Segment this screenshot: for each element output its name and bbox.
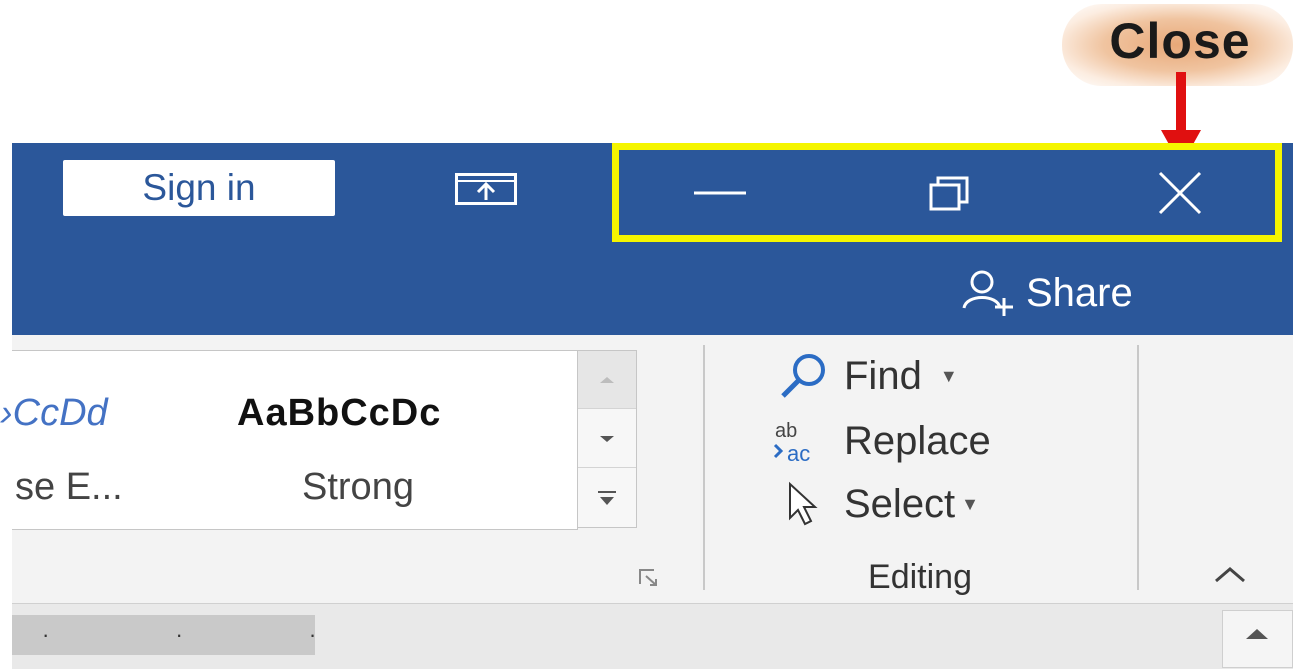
find-button[interactable]: Find ▼ bbox=[762, 345, 958, 407]
replace-icon: ab ac bbox=[762, 416, 844, 466]
scroll-up-button[interactable] bbox=[1226, 614, 1288, 654]
svg-text:ac: ac bbox=[787, 441, 810, 465]
style-name-strong: Strong bbox=[302, 466, 414, 508]
style-preview-strong[interactable]: AaBbCcDc bbox=[237, 392, 441, 435]
styles-dialog-launcher-icon[interactable] bbox=[638, 568, 660, 588]
window-controls-highlight bbox=[612, 143, 1282, 242]
select-button[interactable]: Select ▼ bbox=[762, 473, 979, 535]
gallery-scroll-down-button[interactable] bbox=[578, 410, 636, 468]
chevron-down-icon: ▼ bbox=[939, 365, 958, 386]
chevron-up-icon bbox=[600, 376, 614, 383]
gallery-scroll-up-button[interactable] bbox=[578, 351, 636, 409]
replace-button[interactable]: ab ac Replace bbox=[762, 410, 991, 472]
gallery-more-button[interactable] bbox=[578, 469, 636, 527]
group-separator bbox=[1137, 345, 1139, 590]
callout-arrow-shaft bbox=[1176, 72, 1186, 134]
close-callout-label: Close bbox=[1109, 13, 1251, 69]
search-icon bbox=[762, 351, 844, 401]
collapse-ribbon-icon[interactable] bbox=[1212, 563, 1248, 587]
chevron-up-icon bbox=[1246, 629, 1268, 639]
styles-gallery-scroller bbox=[577, 350, 637, 528]
sign-in-button[interactable]: Sign in bbox=[63, 160, 335, 216]
replace-label: Replace bbox=[844, 418, 991, 463]
ribbon-display-options-icon[interactable] bbox=[455, 172, 517, 206]
share-label: Share bbox=[1026, 270, 1133, 315]
chevron-down-icon bbox=[600, 435, 614, 442]
svg-text:ab: ab bbox=[775, 420, 797, 442]
style-preview-subtle-emphasis[interactable]: ›CcDd bbox=[0, 392, 108, 435]
pointer-icon bbox=[762, 479, 844, 529]
more-icon bbox=[598, 491, 616, 505]
style-name-subtle-emphasis: se E... bbox=[15, 466, 123, 508]
share-button[interactable]: Share bbox=[960, 262, 1133, 324]
ruler-marks: · · · bbox=[42, 622, 377, 647]
chevron-down-icon: ▼ bbox=[961, 493, 979, 514]
editing-group-label: Editing bbox=[868, 558, 972, 596]
find-label: Find bbox=[844, 353, 922, 398]
select-label: Select bbox=[844, 481, 956, 526]
group-separator bbox=[703, 345, 705, 590]
add-person-icon bbox=[962, 270, 1013, 316]
